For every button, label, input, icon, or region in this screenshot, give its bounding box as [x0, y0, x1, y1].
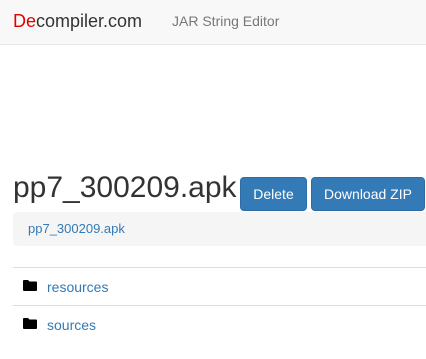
file-link-sources[interactable]: sources: [47, 316, 96, 334]
folder-icon: [23, 280, 37, 291]
breadcrumb-item-root[interactable]: pp7_300209.apk: [28, 221, 125, 237]
folder-icon: [23, 318, 37, 329]
page-title: pp7_300209.apk: [13, 171, 237, 204]
file-link-resources[interactable]: resources: [47, 278, 108, 296]
navbar: Decompiler.com JAR String Editor: [0, 0, 426, 45]
download-zip-button[interactable]: Download ZIP: [311, 177, 425, 211]
brand-accent: De: [13, 11, 37, 31]
nav-link-jar-string-editor[interactable]: JAR String Editor: [172, 12, 279, 30]
brand-name: compiler.com: [36, 11, 143, 31]
breadcrumb: pp7_300209.apk: [13, 212, 426, 246]
file-row-resources: resources: [13, 267, 426, 305]
file-list: resources sources: [13, 267, 426, 343]
file-row-sources: sources: [13, 305, 426, 343]
brand-logo-link[interactable]: Decompiler.com: [13, 11, 142, 31]
delete-button[interactable]: Delete: [240, 177, 307, 211]
